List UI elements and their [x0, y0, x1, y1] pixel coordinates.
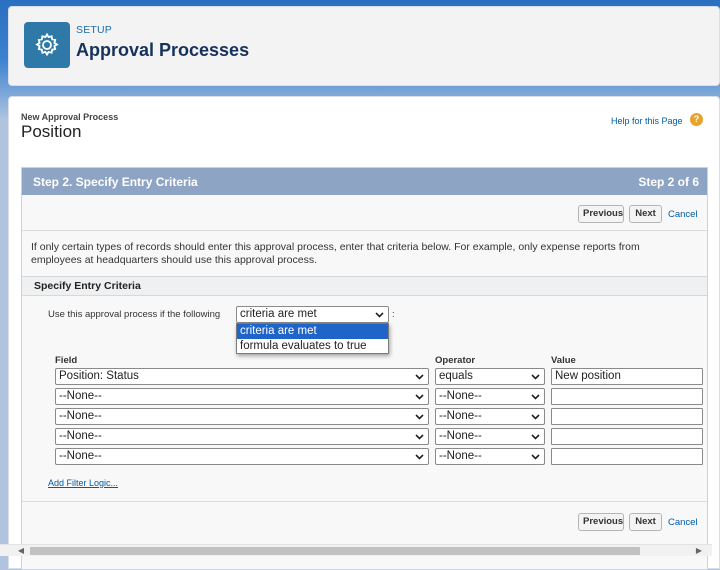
value-input[interactable] — [551, 448, 703, 465]
scrollbar-thumb[interactable] — [30, 547, 640, 555]
main-content: New Approval Process Position Help for t… — [8, 96, 720, 570]
step-title: Step 2. Specify Entry Criteria — [33, 175, 198, 189]
scroll-left-icon[interactable]: ◀ — [16, 546, 26, 555]
cancel-link-bottom[interactable]: Cancel — [668, 517, 698, 528]
help-link[interactable]: Help for this Page — [611, 116, 683, 126]
instructions-text: If only certain types of records should … — [31, 241, 640, 266]
next-button-bottom[interactable]: Next — [629, 513, 662, 531]
divider — [22, 501, 707, 502]
operator-select[interactable]: --None-- — [435, 428, 545, 445]
chevron-down-icon — [415, 454, 424, 460]
field-select[interactable]: --None-- — [55, 408, 429, 425]
value-input[interactable] — [551, 428, 703, 445]
divider — [22, 230, 707, 231]
step-count: Step 2 of 6 — [638, 175, 699, 189]
value-column-header: Value — [551, 355, 576, 366]
section-title: Specify Entry Criteria — [34, 280, 141, 292]
operator-select[interactable]: --None-- — [435, 408, 545, 425]
operator-select-value: --None-- — [439, 410, 482, 422]
operator-select-value: equals — [439, 370, 473, 382]
field-select-value: --None-- — [59, 450, 102, 462]
criteria-label: Use this approval process if the followi… — [48, 309, 221, 320]
operator-select-value: --None-- — [439, 390, 482, 402]
add-filter-logic-link[interactable]: Add Filter Logic... — [48, 478, 118, 488]
chevron-down-icon — [531, 414, 540, 420]
option-criteria-are-met[interactable]: criteria are met — [237, 324, 388, 339]
chevron-down-icon — [415, 394, 424, 400]
operator-select[interactable]: equals — [435, 368, 545, 385]
chevron-down-icon — [531, 434, 540, 440]
operator-select-value: --None-- — [439, 430, 482, 442]
chevron-down-icon — [375, 312, 384, 318]
value-input[interactable]: New position — [551, 368, 703, 385]
setup-header: SETUP Approval Processes — [8, 6, 720, 86]
operator-select[interactable]: --None-- — [435, 388, 545, 405]
value-input[interactable] — [551, 408, 703, 425]
scroll-right-icon[interactable]: ▶ — [694, 546, 704, 555]
page-subtitle: New Approval Process — [21, 112, 119, 122]
field-column-header: Field — [55, 355, 78, 366]
step-header: Step 2. Specify Entry Criteria Step 2 of… — [22, 168, 707, 195]
help-icon[interactable]: ? — [690, 113, 703, 126]
field-select-value: Position: Status — [59, 370, 139, 382]
gear-icon — [24, 22, 70, 68]
criteria-select[interactable]: criteria are met — [236, 306, 389, 323]
chevron-down-icon — [415, 374, 424, 380]
field-select[interactable]: Position: Status — [55, 368, 429, 385]
field-select-value: --None-- — [59, 410, 102, 422]
chevron-down-icon — [415, 414, 424, 420]
step-panel: Step 2. Specify Entry Criteria Step 2 of… — [21, 167, 708, 570]
operator-select[interactable]: --None-- — [435, 448, 545, 465]
section-header: Specify Entry Criteria — [22, 276, 707, 296]
horizontal-scrollbar[interactable]: ◀ ▶ — [0, 544, 712, 556]
option-formula-evaluates[interactable]: formula evaluates to true — [237, 339, 388, 354]
cancel-link-top[interactable]: Cancel — [668, 209, 698, 220]
previous-button-bottom[interactable]: Previous — [578, 513, 624, 531]
field-select-value: --None-- — [59, 430, 102, 442]
criteria-select-value: criteria are met — [240, 308, 317, 320]
previous-button-top[interactable]: Previous — [578, 205, 624, 223]
page-title: Approval Processes — [76, 40, 250, 60]
criteria-colon: : — [392, 309, 395, 320]
chevron-down-icon — [415, 434, 424, 440]
chevron-down-icon — [531, 454, 540, 460]
operator-column-header: Operator — [435, 355, 476, 366]
record-name: Position — [21, 122, 82, 141]
criteria-dropdown: criteria are met formula evaluates to tr… — [236, 323, 389, 354]
setup-label: SETUP — [76, 24, 113, 36]
operator-select-value: --None-- — [439, 450, 482, 462]
field-select[interactable]: --None-- — [55, 448, 429, 465]
field-select[interactable]: --None-- — [55, 428, 429, 445]
next-button-top[interactable]: Next — [629, 205, 662, 223]
field-select[interactable]: --None-- — [55, 388, 429, 405]
chevron-down-icon — [531, 394, 540, 400]
chevron-down-icon — [531, 374, 540, 380]
field-select-value: --None-- — [59, 390, 102, 402]
value-input[interactable] — [551, 388, 703, 405]
